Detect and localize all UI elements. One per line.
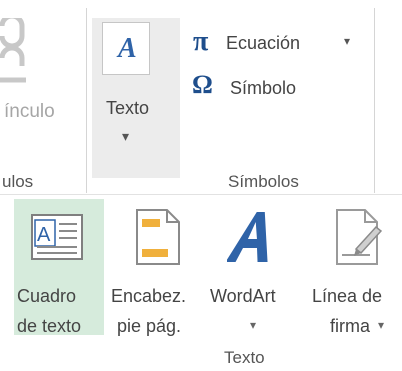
texto-button-label: Texto — [106, 98, 150, 118]
link-icon — [0, 13, 42, 88]
simbolo-button-label[interactable]: Símbolo — [230, 78, 296, 99]
wordart-label[interactable]: WordArt — [210, 286, 276, 307]
cuadro-label-line2: de texto — [17, 316, 82, 336]
simbolos-group-label: Símbolos — [228, 172, 299, 191]
cuadro-label-line1: Cuadro — [17, 286, 77, 306]
svg-text:A: A — [37, 224, 51, 246]
vinculo-label: ínculo — [4, 101, 55, 122]
linea-firma-dropdown-icon[interactable]: ▾ — [378, 318, 384, 332]
wordart-dropdown-icon[interactable]: ▾ — [250, 318, 256, 332]
signature-line-icon[interactable] — [336, 209, 384, 272]
header-footer-icon[interactable] — [136, 209, 180, 270]
texto-group-label: Texto — [224, 348, 265, 367]
links-group-label: ulos — [2, 172, 34, 191]
text-box-icon: A — [31, 214, 83, 265]
ribbon-divider — [0, 194, 402, 195]
chevron-down-icon: ▾ — [122, 128, 130, 144]
linea-firma-label-line2[interactable]: firma — [330, 316, 370, 337]
equation-icon[interactable]: π — [193, 26, 208, 58]
group-separator — [374, 8, 375, 193]
ecuacion-dropdown-icon[interactable]: ▾ — [344, 34, 350, 48]
symbol-icon[interactable]: Ω — [192, 70, 213, 100]
linea-firma-label-line1[interactable]: Línea de — [312, 286, 382, 307]
wordart-icon[interactable] — [225, 210, 277, 271]
encabezado-label-line2[interactable]: pie pág. — [117, 316, 181, 337]
text-icon: A — [118, 33, 137, 64]
encabezado-label-line1[interactable]: Encabez. — [111, 286, 186, 307]
ecuacion-button-label[interactable]: Ecuación — [226, 33, 300, 54]
group-separator — [86, 8, 87, 193]
